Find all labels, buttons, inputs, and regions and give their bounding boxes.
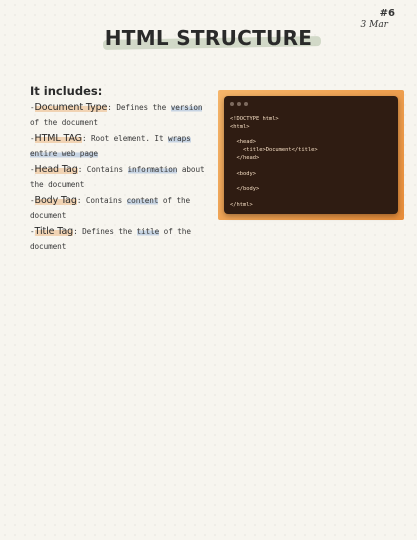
item-highlight: title: [136, 227, 160, 236]
list-item-title-tag: -Title Tag: Defines the title of the doc…: [30, 224, 210, 254]
item-prefix: -: [30, 196, 35, 205]
item-text: of the document: [30, 118, 98, 127]
code-line: <html>: [230, 123, 250, 130]
code-screenshot-frame: <!DOCTYPE html> <html> <head> <title>Doc…: [218, 90, 404, 220]
list-item-html-tag: -HTML TAG: Root element. It wraps entire…: [30, 131, 210, 161]
list-item-doctype: -Document Type: Defines the version of t…: [30, 100, 210, 130]
notes-heading: It includes:: [30, 84, 103, 98]
code-line: </html>: [230, 201, 253, 208]
code-block: <!DOCTYPE html> <html> <head> <title>Doc…: [230, 116, 318, 210]
list-item-head-tag: -Head Tag: Contains information about th…: [30, 162, 210, 192]
term-body-tag: Body Tag: [34, 195, 77, 206]
item-colon: :: [81, 134, 92, 143]
code-line: </head>: [230, 154, 260, 161]
item-highlight: version: [170, 103, 203, 112]
page-title: HTML STRUCTURE: [97, 26, 321, 50]
code-line: </body>: [230, 186, 260, 193]
item-colon: :: [77, 165, 87, 174]
item-colon: :: [76, 196, 86, 205]
item-text: Defines the: [116, 103, 171, 112]
term-head-tag: Head Tag: [34, 164, 78, 175]
term-html-tag: HTML TAG: [34, 133, 82, 144]
title-area: HTML STRUCTURE: [0, 26, 417, 50]
item-prefix: -: [30, 134, 35, 143]
code-line: <title>Document</title>: [230, 147, 318, 154]
item-highlight: content: [126, 196, 159, 205]
code-window: <!DOCTYPE html> <html> <head> <title>Doc…: [224, 96, 398, 214]
item-prefix: -: [30, 103, 35, 112]
notes-section: It includes: -Document Type: Defines the…: [30, 84, 210, 255]
term-doctype: Document Type: [34, 102, 108, 113]
item-prefix: -: [30, 165, 35, 174]
code-line: <!DOCTYPE html>: [230, 116, 279, 122]
item-text: Root element. It: [91, 134, 168, 143]
code-line: <head>: [230, 139, 256, 146]
window-dot-icon: [244, 102, 248, 106]
page-number: #6: [379, 8, 395, 19]
item-colon: :: [107, 103, 117, 112]
code-line: <body>: [230, 170, 256, 177]
item-highlight: information: [127, 165, 178, 174]
list-item-body-tag: -Body Tag: Contains content of the docum…: [30, 193, 210, 223]
window-controls: [230, 102, 248, 106]
item-text: Contains: [86, 165, 128, 174]
item-prefix: -: [30, 227, 35, 236]
item-text: Contains: [85, 196, 127, 205]
item-text: Defines the: [82, 227, 137, 236]
term-title-tag: Title Tag: [34, 226, 74, 237]
window-dot-icon: [230, 102, 234, 106]
window-dot-icon: [237, 102, 241, 106]
item-colon: :: [73, 227, 83, 236]
